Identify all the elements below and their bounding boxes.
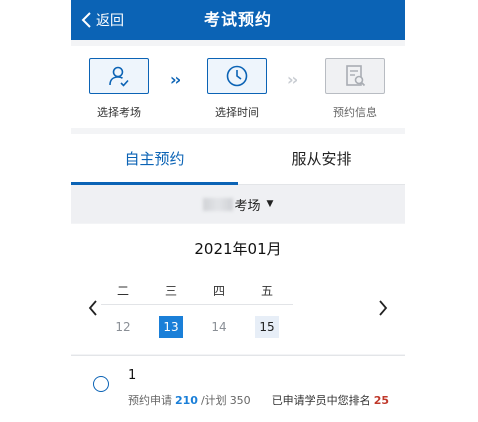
day-cell[interactable]: 12 — [111, 316, 135, 338]
tab-self-booking[interactable]: 自主预约 — [71, 134, 238, 184]
date-calendar: 2021年01月 二 三 四 五 12 13 14 15 — [71, 224, 405, 354]
step-icon-box — [89, 58, 149, 94]
step-select-venue[interactable]: 选择考场 — [79, 58, 159, 120]
tab-follow-arrangement[interactable]: 服从安排 — [238, 134, 405, 184]
day-cell[interactable]: 14 — [207, 316, 231, 338]
venue-label: 考场 — [234, 198, 261, 214]
weekday-label: 三 — [164, 284, 177, 298]
next-week-button[interactable] — [373, 296, 393, 320]
step-label: 选择时间 — [215, 106, 259, 119]
chevron-left-icon — [81, 12, 91, 28]
prev-week-button[interactable] — [83, 296, 103, 320]
step-booking-info[interactable]: 预约信息 — [315, 58, 395, 120]
chevrons-right-icon: ›› — [170, 70, 181, 89]
weekday-label: 五 — [260, 284, 273, 298]
booking-mode-tabs: 自主预约 服从安排 — [71, 134, 405, 185]
slot-name: 1 — [128, 368, 137, 383]
day-cell-selected[interactable]: 13 — [159, 316, 183, 338]
back-label: 返回 — [96, 13, 124, 29]
rank-label: 已申请学员中您排名 — [271, 394, 371, 407]
time-slot-item[interactable]: 1 预约申请 210 /计划 350 已申请学员中您排名 25 — [71, 355, 405, 422]
header-bar: 返回 考试预约 — [71, 0, 405, 40]
caret-down-icon: ▼ — [266, 199, 274, 209]
app-screen: 返回 考试预约 选择考场 ›› 选择时间 ›› 预约信息 自主预约 服从安排 考… — [71, 0, 405, 422]
weekday-label: 四 — [212, 284, 225, 298]
applied-count: 210 — [175, 394, 198, 407]
slot-stats: 预约申请 210 /计划 350 — [128, 392, 251, 408]
redacted-venue-name — [202, 197, 233, 211]
chevron-right-icon — [379, 300, 388, 316]
chevrons-right-icon: ›› — [287, 70, 298, 89]
plan-label: /计划 — [200, 394, 227, 407]
step-icon-box — [325, 58, 385, 94]
chevron-left-icon — [88, 300, 97, 316]
plan-count: 350 — [229, 394, 251, 407]
calendar-divider — [101, 304, 293, 305]
venue-selector[interactable]: 考场 ▼ — [71, 185, 405, 223]
document-search-icon — [346, 65, 366, 87]
applied-label: 预约申请 — [128, 394, 172, 407]
step-icon-box — [207, 58, 267, 94]
rank-info: 已申请学员中您排名 25 — [272, 392, 389, 408]
step-label: 选择考场 — [97, 106, 141, 119]
step-select-time[interactable]: 选择时间 — [197, 58, 277, 120]
user-check-icon — [109, 66, 129, 87]
slot-radio[interactable] — [93, 376, 109, 392]
step-label: 预约信息 — [333, 106, 377, 119]
clock-icon — [226, 65, 248, 87]
progress-steps: 选择考场 ›› 选择时间 ›› 预约信息 — [71, 46, 405, 128]
back-button[interactable]: 返回 — [81, 0, 124, 40]
rank-value: 25 — [373, 394, 389, 407]
weekday-label: 二 — [116, 284, 129, 298]
day-cell-available[interactable]: 15 — [255, 316, 279, 338]
calendar-month: 2021年01月 — [194, 240, 282, 258]
